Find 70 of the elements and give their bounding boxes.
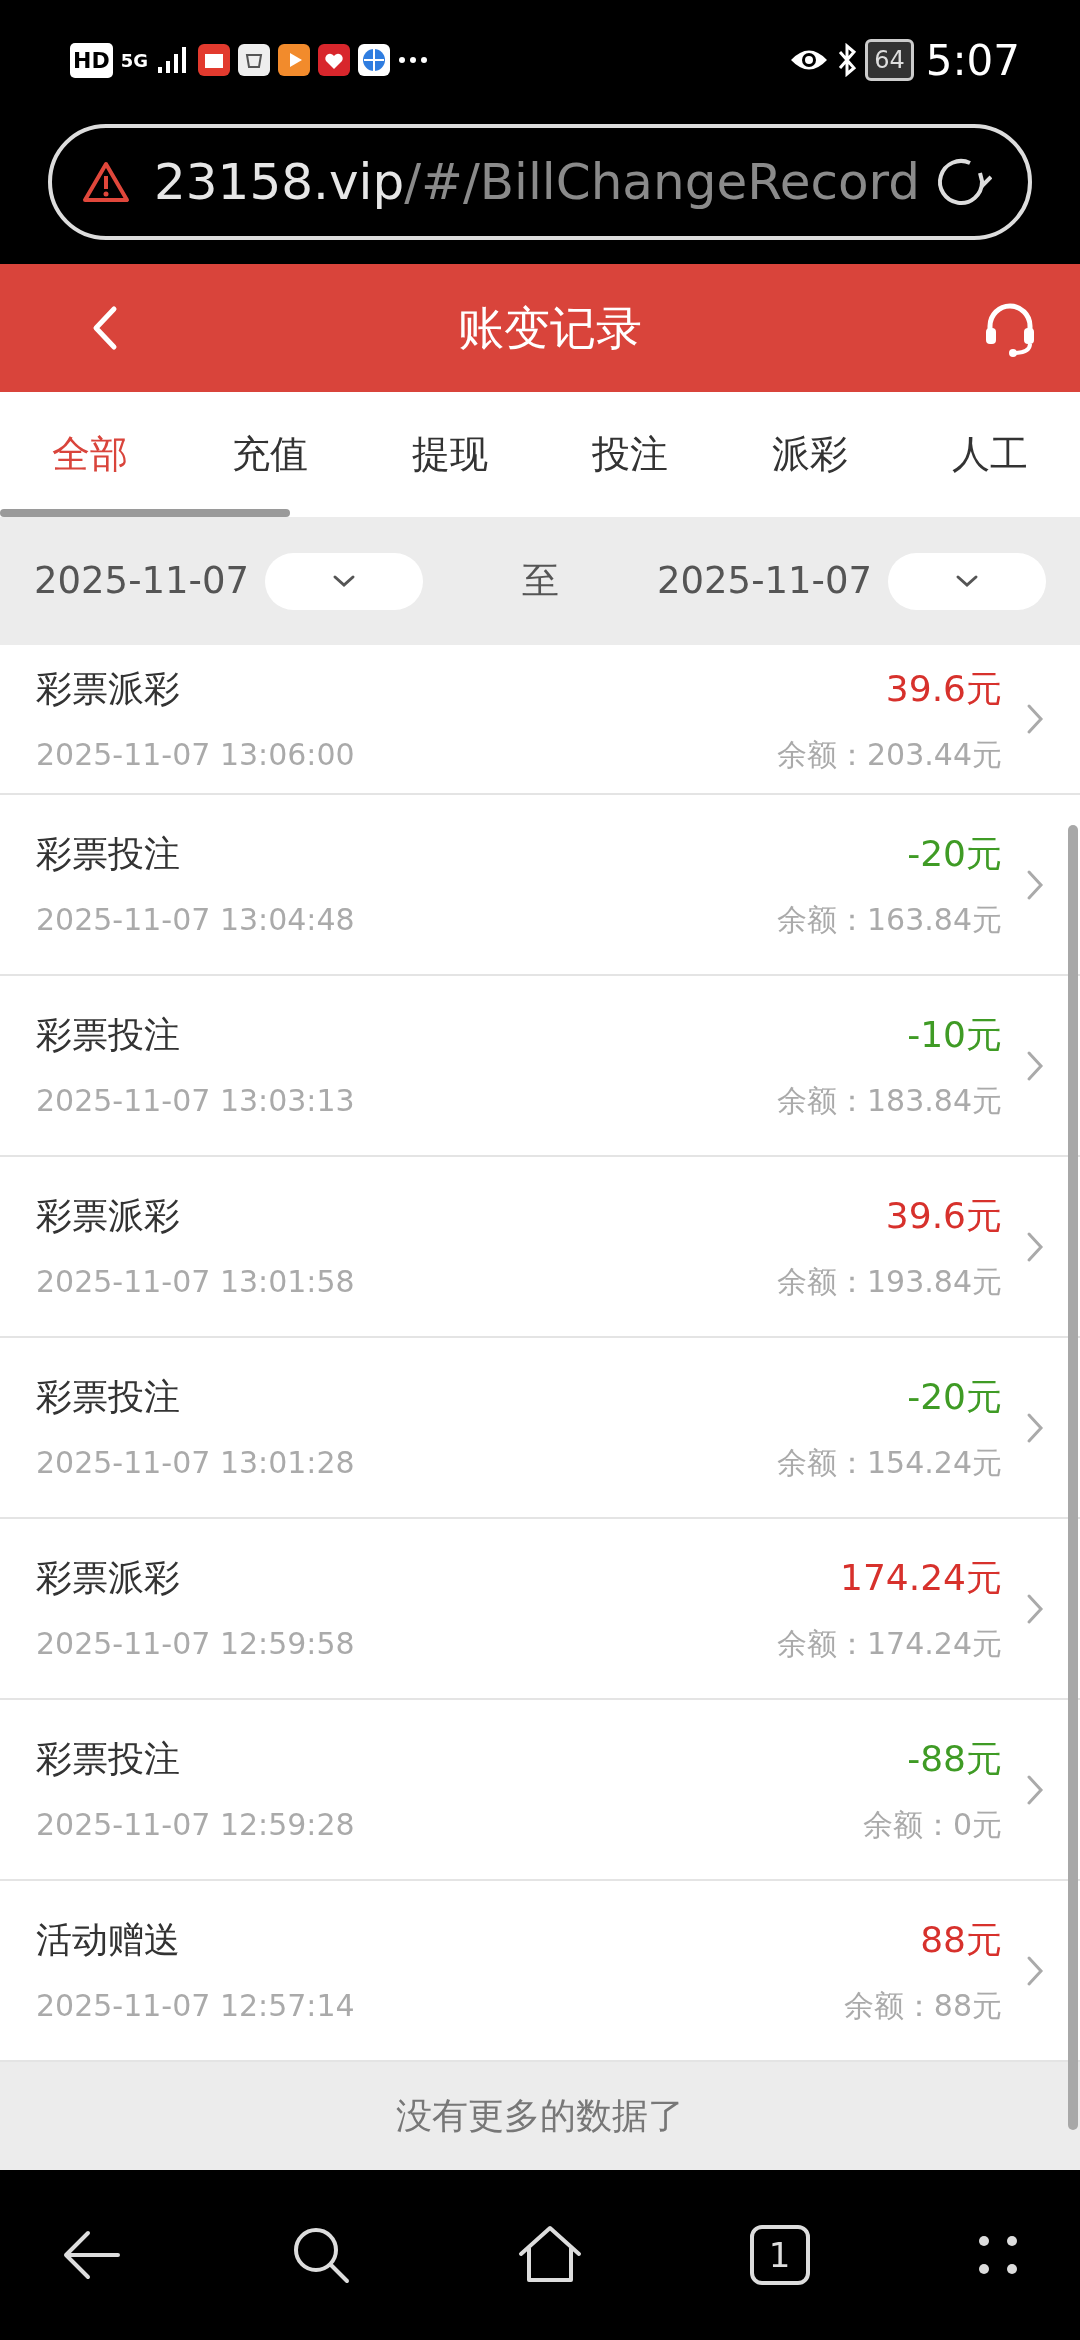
record-time: 2025-11-07 12:59:58	[36, 1625, 356, 1663]
filter-tab[interactable]: 投注	[540, 426, 720, 483]
record-title: 彩票投注	[36, 1013, 181, 1057]
record-balance: 余额：88元	[843, 1987, 1002, 2025]
chevron-right-icon	[1026, 1049, 1044, 1082]
more-icon	[398, 55, 428, 65]
chevron-right-icon	[1026, 1592, 1044, 1625]
chevron-right-icon	[1026, 1773, 1044, 1806]
record-balance: 余额：193.84元	[777, 1263, 1002, 1301]
record-title: 彩票投注	[36, 1737, 181, 1781]
record-time: 2025-11-07 12:59:28	[36, 1806, 356, 1844]
record-balance: 余额：154.24元	[777, 1444, 1002, 1482]
record-amount: -10元	[907, 1013, 1002, 1057]
record-time: 2025-11-07 13:03:13	[36, 1082, 356, 1120]
chevron-down-icon	[955, 574, 979, 588]
app-icon	[198, 44, 230, 76]
warning-icon	[82, 160, 130, 204]
bluetooth-icon	[837, 43, 858, 77]
record-amount: -20元	[907, 832, 1002, 876]
chevron-down-icon	[332, 574, 357, 588]
filter-tab[interactable]: 充值	[180, 426, 360, 483]
record-time: 2025-11-07 13:01:28	[36, 1444, 356, 1482]
record-amount: 174.24元	[840, 1556, 1002, 1600]
address-bar[interactable]: 23158.vip/#/BillChangeRecord	[48, 124, 1032, 240]
chevron-right-icon	[1026, 1230, 1044, 1263]
network-label: HD	[70, 42, 113, 78]
record-time: 2025-11-07 13:04:48	[36, 901, 356, 939]
signal-label: 5G	[120, 48, 148, 73]
record-title: 彩票投注	[36, 1375, 181, 1419]
record-title: 彩票派彩	[36, 666, 181, 711]
record-time: 2025-11-07 13:01:58	[36, 1263, 356, 1301]
record-balance: 余额：174.24元	[777, 1625, 1002, 1663]
record-amount: 39.6元	[885, 1194, 1002, 1238]
date-value: 2025-11-07	[656, 558, 872, 605]
record-balance: 余额：0元	[862, 1806, 1002, 1844]
chevron-right-icon	[1026, 703, 1044, 735]
chevron-right-icon	[1026, 868, 1044, 901]
url-domain: 23158.vip	[154, 151, 405, 213]
filter-tab[interactable]: 提现	[360, 426, 540, 483]
url-path: /#/BillChangeRecord	[404, 151, 920, 213]
record-balance: 余额：203.44元	[777, 735, 1002, 774]
end-of-list-message: 没有更多的数据了	[396, 2094, 684, 2138]
record-title: 彩票投注	[36, 832, 181, 876]
bag-icon	[238, 44, 270, 76]
battery-level: 64	[865, 39, 914, 81]
filter-tab[interactable]: 派彩	[720, 426, 900, 483]
record-amount: -88元	[907, 1737, 1002, 1781]
filter-tab[interactable]: 全部	[0, 426, 180, 483]
date-value: 2025-11-07	[34, 558, 250, 605]
filter-tab[interactable]: 人工	[900, 426, 1080, 483]
record-title: 彩票派彩	[36, 1194, 181, 1238]
record-time: 2025-11-07 12:57:14	[36, 1987, 356, 2025]
page-title: 账变记录	[458, 299, 642, 357]
menu-dots-icon[interactable]	[976, 2233, 1020, 2277]
record-title: 活动赠送	[36, 1918, 181, 1962]
chevron-right-icon	[1026, 1954, 1044, 1987]
record-balance: 余额：183.84元	[777, 1082, 1002, 1120]
record-time: 2025-11-07 13:06:00	[36, 735, 356, 774]
clock-time: 5:07	[925, 34, 1020, 87]
tab-count[interactable]: 1	[749, 2225, 810, 2285]
chevron-right-icon	[1026, 1411, 1044, 1444]
globe-icon	[358, 44, 390, 76]
record-row[interactable]: 彩票派彩 2025-11-07 13:06:00 39.6元 余额：203.44元	[0, 645, 1080, 795]
record-balance: 余额：163.84元	[777, 901, 1002, 939]
play-icon	[278, 44, 310, 76]
range-separator: 至	[521, 558, 559, 605]
record-amount: 88元	[920, 1918, 1002, 1962]
record-title: 彩票派彩	[36, 1556, 181, 1600]
record-amount: -20元	[907, 1375, 1002, 1419]
record-amount: 39.6元	[885, 666, 1002, 711]
